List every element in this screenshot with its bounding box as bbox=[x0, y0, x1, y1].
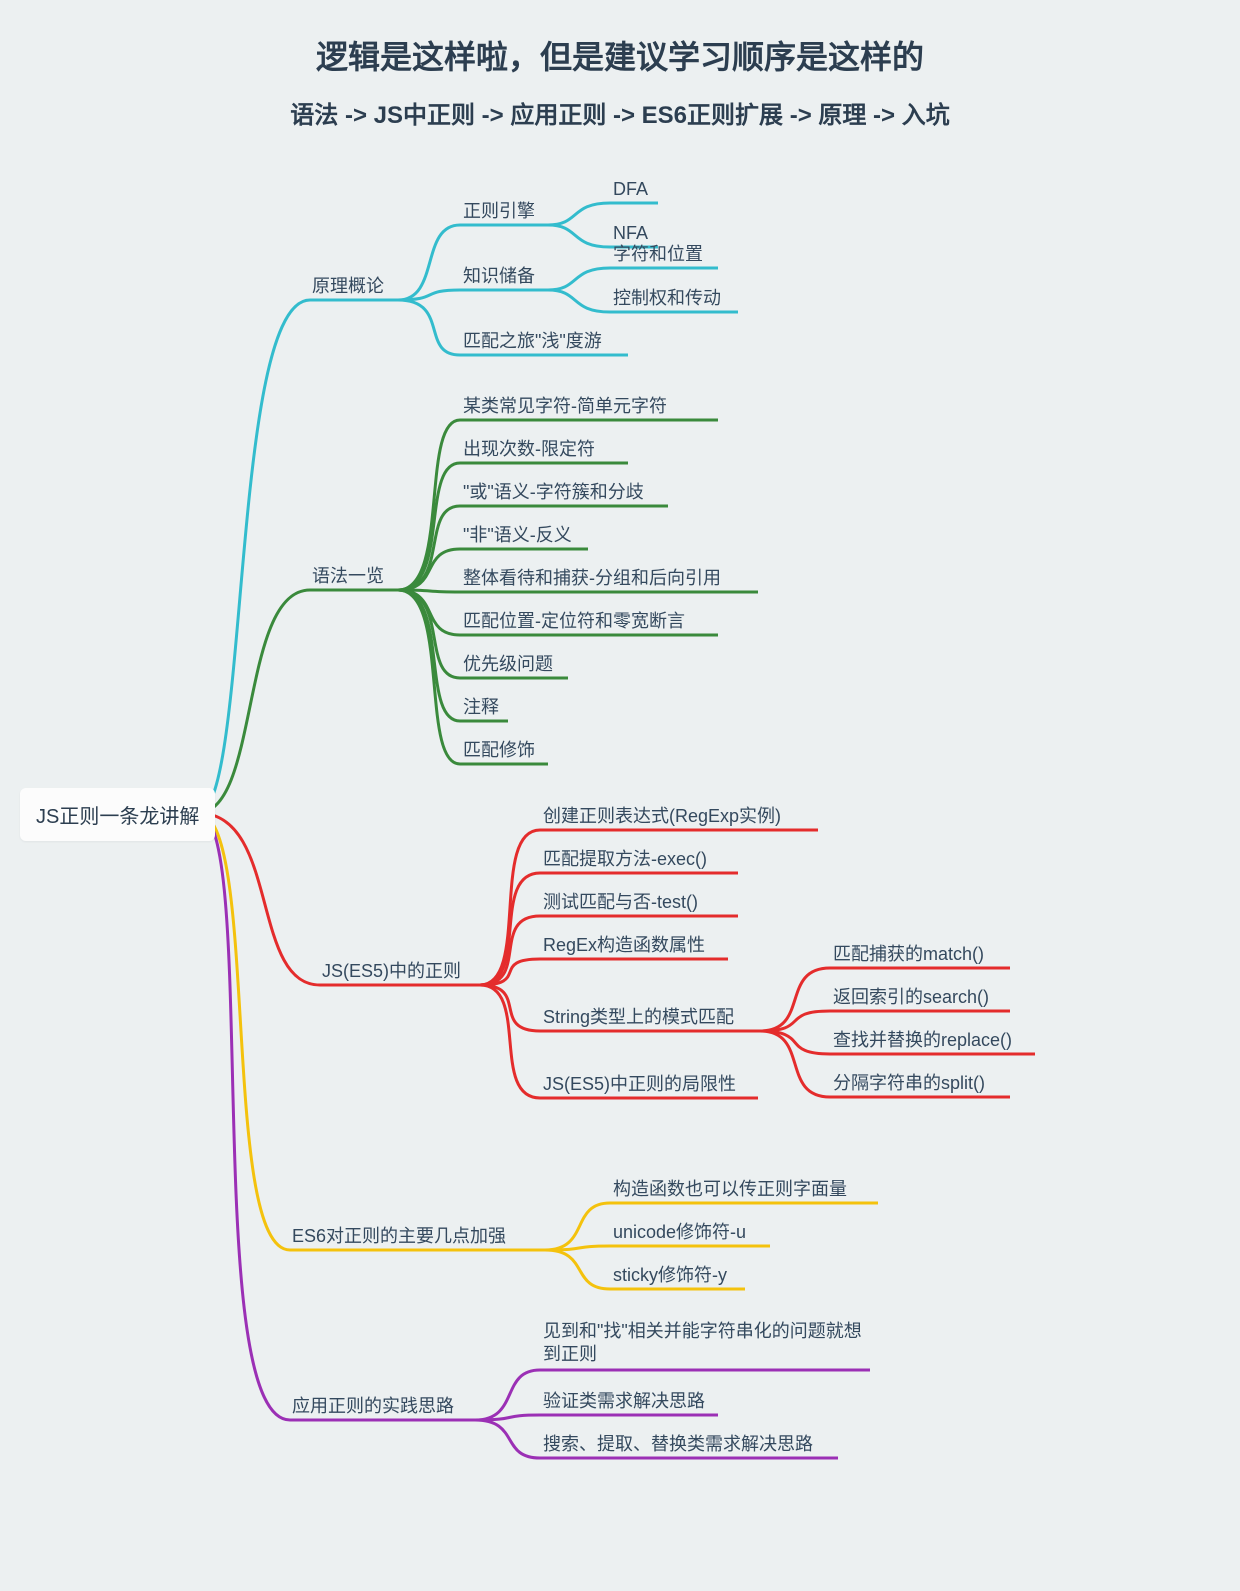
node-g3: "非"语义-反义 bbox=[463, 524, 572, 547]
node-a0: 见到和"找"相关并能字符串化的问题就想到正则 bbox=[543, 1320, 873, 1367]
node-regex-engine: 正则引擎 bbox=[463, 200, 535, 223]
page-title: 逻辑是这样啦，但是建议学习顺序是这样的 bbox=[0, 32, 1240, 78]
node-j2: 测试匹配与否-test() bbox=[543, 891, 698, 914]
page-subtitle: 语法 -> JS中正则 -> 应用正则 -> ES6正则扩展 -> 原理 -> … bbox=[0, 95, 1240, 130]
node-j4-0: 匹配捕获的match() bbox=[833, 943, 984, 966]
node-char-pos: 字符和位置 bbox=[613, 243, 703, 266]
node-a2: 搜索、提取、替换类需求解决思路 bbox=[543, 1433, 813, 1456]
node-e2: sticky修饰符-y bbox=[613, 1264, 727, 1287]
node-es6: ES6对正则的主要几点加强 bbox=[292, 1225, 506, 1248]
node-match-tour: 匹配之旅"浅"度游 bbox=[463, 330, 602, 353]
node-j4-1: 返回索引的search() bbox=[833, 986, 989, 1009]
node-apply: 应用正则的实践思路 bbox=[292, 1395, 454, 1418]
node-g4: 整体看待和捕获-分组和后向引用 bbox=[463, 567, 721, 590]
node-j0: 创建正则表达式(RegExp实例) bbox=[543, 805, 781, 828]
node-a1: 验证类需求解决思路 bbox=[543, 1390, 705, 1413]
node-g0: 某类常见字符-简单元字符 bbox=[463, 395, 667, 418]
node-jses5: JS(ES5)中的正则 bbox=[322, 960, 461, 983]
node-j4-3: 分隔字符串的split() bbox=[833, 1072, 985, 1095]
node-principle: 原理概论 bbox=[312, 275, 384, 298]
node-g5: 匹配位置-定位符和零宽断言 bbox=[463, 610, 685, 633]
mindmap-root: JS正则一条龙讲解 bbox=[20, 788, 215, 841]
node-j4-2: 查找并替换的replace() bbox=[833, 1029, 1012, 1052]
node-knowledge: 知识储备 bbox=[463, 265, 535, 288]
node-g7: 注释 bbox=[463, 696, 499, 719]
node-g8: 匹配修饰 bbox=[463, 739, 535, 762]
node-e1: unicode修饰符-u bbox=[613, 1221, 746, 1244]
node-nfa: NFA bbox=[613, 222, 648, 245]
node-j1: 匹配提取方法-exec() bbox=[543, 848, 707, 871]
node-j3: RegEx构造函数属性 bbox=[543, 934, 705, 957]
node-g6: 优先级问题 bbox=[463, 653, 553, 676]
node-e0: 构造函数也可以传正则字面量 bbox=[613, 1178, 847, 1201]
node-dfa: DFA bbox=[613, 178, 648, 201]
node-g2: "或"语义-字符簇和分歧 bbox=[463, 481, 644, 504]
node-control: 控制权和传动 bbox=[613, 287, 721, 310]
node-grammar: 语法一览 bbox=[312, 565, 384, 588]
node-j5: JS(ES5)中正则的局限性 bbox=[543, 1073, 736, 1096]
node-g1: 出现次数-限定符 bbox=[463, 438, 595, 461]
node-j4: String类型上的模式匹配 bbox=[543, 1006, 734, 1029]
